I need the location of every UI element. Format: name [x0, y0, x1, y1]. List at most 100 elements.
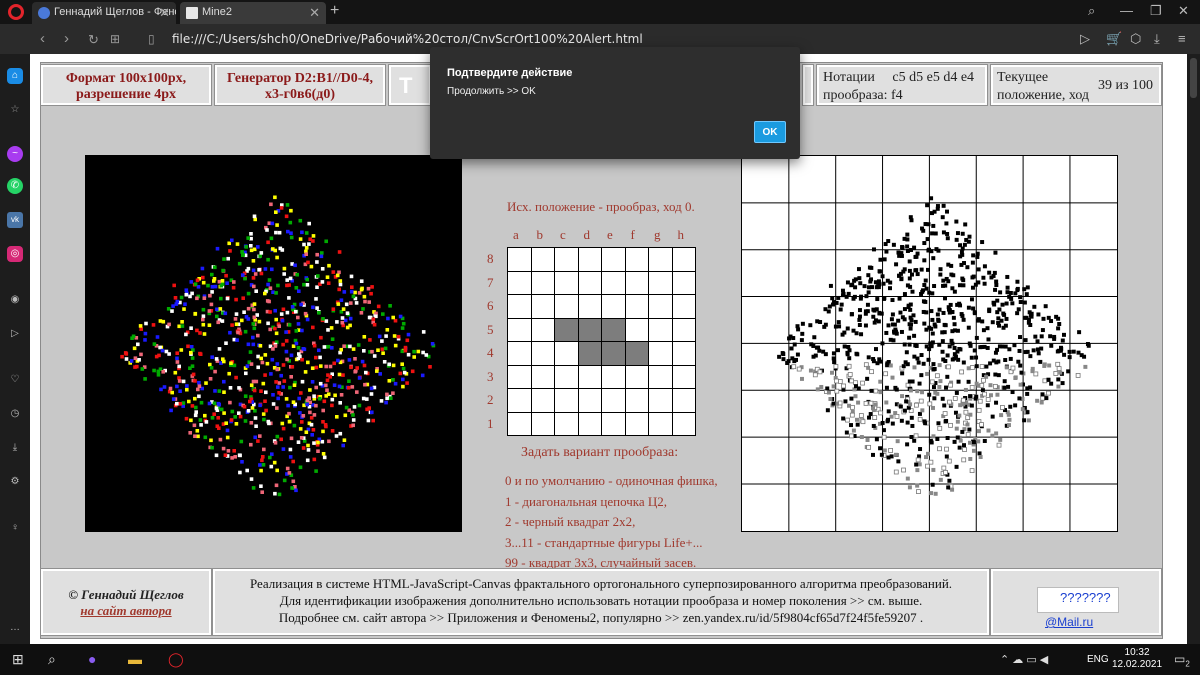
more-icon[interactable]: … — [7, 620, 23, 636]
board-square[interactable] — [602, 318, 626, 342]
board-square[interactable] — [531, 318, 555, 342]
board-square[interactable] — [649, 318, 673, 342]
board-square[interactable] — [649, 389, 673, 413]
board-square[interactable] — [555, 365, 579, 389]
alice-icon[interactable]: ● — [88, 651, 96, 667]
tab-author[interactable]: Геннадий Щеглов - Феном ✕ — [32, 2, 176, 24]
board-square[interactable] — [672, 318, 696, 342]
bulb-icon[interactable]: ♀ — [7, 520, 23, 536]
author-link[interactable]: на сайт автора — [43, 603, 209, 619]
board-square[interactable] — [602, 412, 626, 436]
board-square[interactable] — [555, 271, 579, 295]
board-square[interactable] — [531, 365, 555, 389]
board-square[interactable] — [531, 248, 555, 272]
board-square[interactable] — [578, 271, 602, 295]
board-square[interactable] — [672, 271, 696, 295]
board-square[interactable] — [578, 342, 602, 366]
tab-mine2[interactable]: Mine2 ✕ — [180, 2, 326, 24]
board-square[interactable] — [578, 412, 602, 436]
board-square[interactable] — [555, 342, 579, 366]
board-square[interactable] — [649, 271, 673, 295]
board-square[interactable] — [625, 271, 649, 295]
board-square[interactable] — [508, 271, 532, 295]
player-icon[interactable]: ◉ — [7, 292, 23, 308]
board-square[interactable] — [625, 412, 649, 436]
ok-button[interactable]: OK — [754, 121, 786, 143]
page-info-icon[interactable]: ▯ — [148, 32, 155, 46]
board-square[interactable] — [602, 389, 626, 413]
board-square[interactable] — [555, 295, 579, 319]
board-square[interactable] — [578, 365, 602, 389]
board-square[interactable] — [508, 342, 532, 366]
board-square[interactable] — [602, 365, 626, 389]
windows-start-icon[interactable]: ⊞ — [12, 651, 24, 668]
close-icon[interactable]: ✕ — [159, 5, 170, 21]
board-square[interactable] — [578, 295, 602, 319]
scrollbar[interactable] — [1187, 54, 1200, 644]
opera-logo-icon[interactable] — [8, 4, 24, 20]
board-square[interactable] — [672, 248, 696, 272]
board-square[interactable] — [531, 342, 555, 366]
board-square[interactable] — [672, 389, 696, 413]
box-icon[interactable]: ⬡ — [1130, 31, 1141, 47]
downloads-icon[interactable]: ⤓ — [7, 440, 23, 456]
menu-icon[interactable]: ≡ — [1178, 31, 1186, 46]
new-tab-button[interactable]: + — [330, 2, 339, 20]
close-window-button[interactable]: ✕ — [1178, 3, 1189, 19]
board-square[interactable] — [508, 318, 532, 342]
board-square[interactable] — [578, 248, 602, 272]
board-square[interactable] — [531, 412, 555, 436]
settings-icon[interactable]: ⚙ — [7, 474, 23, 490]
search-icon[interactable]: ⌕ — [48, 651, 56, 668]
vk-icon[interactable]: vk — [7, 212, 23, 228]
opera-taskbar-icon[interactable]: ◯ — [168, 651, 184, 668]
whatsapp-icon[interactable]: ✆ — [7, 178, 23, 194]
board-square[interactable] — [672, 412, 696, 436]
board-square[interactable] — [531, 389, 555, 413]
url-field[interactable]: file:///C:/Users/shch0/OneDrive/Рабочий%… — [172, 32, 643, 46]
preimage-board[interactable] — [507, 247, 696, 436]
board-square[interactable] — [649, 342, 673, 366]
cart-icon[interactable]: 🛒 — [1106, 31, 1122, 47]
counter-brand[interactable]: @Mail.ru — [1045, 615, 1093, 629]
board-square[interactable] — [555, 412, 579, 436]
board-square[interactable] — [508, 248, 532, 272]
tray-icons[interactable]: ⌃ ☁ ▭ ◀ — [1000, 653, 1048, 666]
star-icon[interactable]: ☆ — [7, 102, 23, 118]
board-square[interactable] — [649, 295, 673, 319]
board-square[interactable] — [672, 295, 696, 319]
home-icon[interactable]: ⌂ — [7, 68, 23, 84]
notifications-icon[interactable]: ▭2 — [1174, 652, 1190, 668]
minimize-button[interactable]: — — [1120, 3, 1133, 18]
back-icon[interactable]: ‹ — [40, 30, 45, 47]
board-square[interactable] — [508, 295, 532, 319]
board-square[interactable] — [578, 389, 602, 413]
history-icon[interactable]: ◷ — [7, 406, 23, 422]
search-icon[interactable]: ⌕ — [1088, 3, 1095, 19]
board-square[interactable] — [602, 295, 626, 319]
board-square[interactable] — [602, 342, 626, 366]
send-icon[interactable]: ▷ — [7, 326, 23, 342]
explorer-icon[interactable]: ▬ — [128, 651, 142, 667]
reload-icon[interactable]: ↻ — [88, 32, 99, 48]
board-square[interactable] — [625, 318, 649, 342]
board-square[interactable] — [649, 412, 673, 436]
scrollbar-thumb[interactable] — [1190, 58, 1197, 98]
board-square[interactable] — [602, 271, 626, 295]
flow-icon[interactable]: ▷ — [1080, 31, 1090, 47]
board-square[interactable] — [508, 389, 532, 413]
board-square[interactable] — [672, 342, 696, 366]
board-square[interactable] — [555, 389, 579, 413]
clock[interactable]: 10:32 12.02.2021 — [1112, 647, 1162, 671]
board-square[interactable] — [649, 248, 673, 272]
board-square[interactable] — [602, 248, 626, 272]
close-icon[interactable]: ✕ — [309, 5, 320, 21]
board-square[interactable] — [625, 248, 649, 272]
download-icon[interactable]: ⤓ — [1154, 31, 1160, 47]
tabs-grid-icon[interactable]: ⊞ — [110, 32, 120, 46]
board-square[interactable] — [672, 365, 696, 389]
footer-line3[interactable]: Подробнее см. сайт автора >> Приложения … — [215, 609, 987, 626]
board-square[interactable] — [508, 412, 532, 436]
board-square[interactable] — [555, 318, 579, 342]
board-square[interactable] — [555, 248, 579, 272]
